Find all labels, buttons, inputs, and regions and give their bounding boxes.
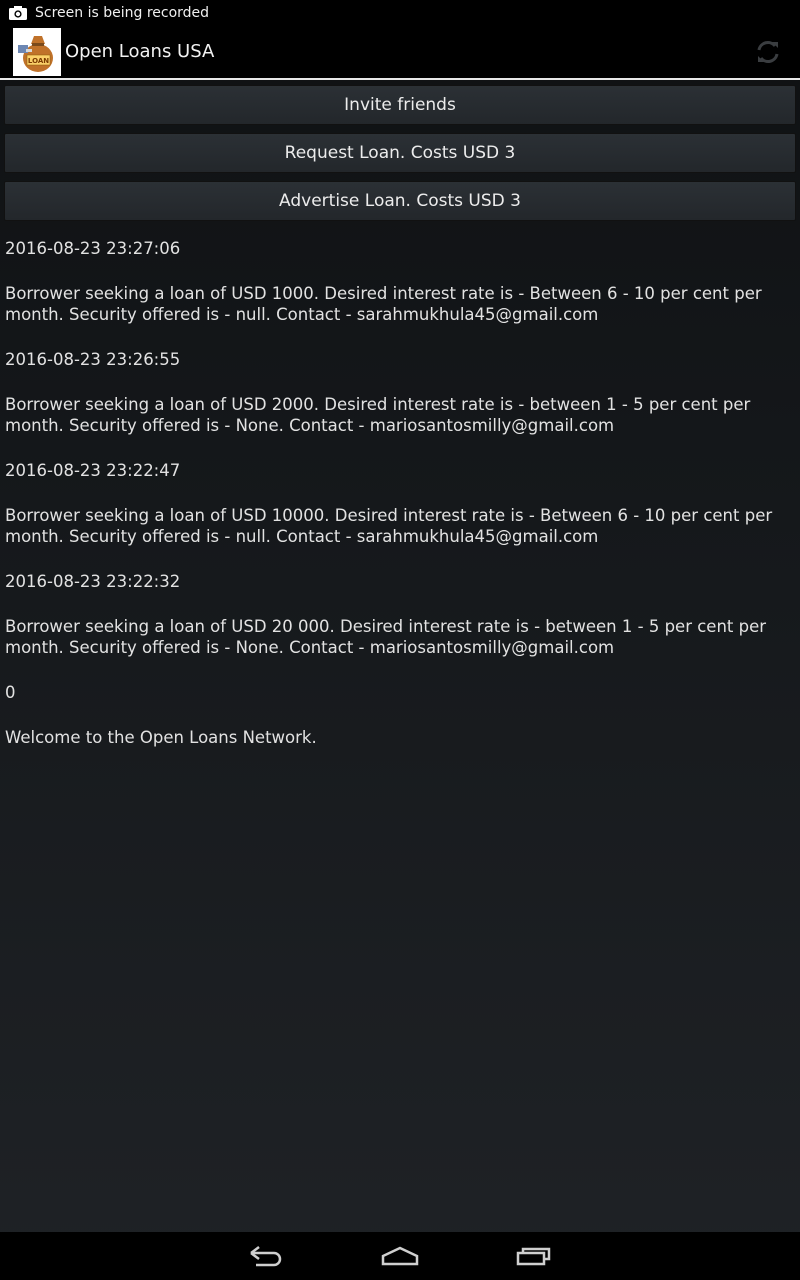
app-title: Open Loans USA: [65, 41, 215, 62]
recents-icon[interactable]: [514, 1242, 554, 1270]
invite-friends-button[interactable]: Invite friends: [4, 85, 796, 125]
app-logo-icon[interactable]: LOAN: [13, 27, 61, 76]
feed-message: Borrower seeking a loan of USD 20 000. D…: [5, 617, 767, 657]
feed-message: Welcome to the Open Loans Network.: [5, 728, 317, 747]
feed-message: Borrower seeking a loan of USD 10000. De…: [5, 506, 773, 546]
loan-feed: 2016-08-23 23:27:06 Borrower seeking a l…: [5, 238, 795, 772]
feed-message: Borrower seeking a loan of USD 1000. Des…: [5, 284, 762, 324]
camera-icon: [9, 5, 27, 20]
feed-timestamp: 2016-08-23 23:26:55: [5, 350, 181, 369]
refresh-icon[interactable]: [754, 38, 782, 66]
request-loan-button[interactable]: Request Loan. Costs USD 3: [4, 133, 796, 173]
feed-timestamp: 2016-08-23 23:27:06: [5, 239, 181, 258]
feed-message: Borrower seeking a loan of USD 2000. Des…: [5, 395, 751, 435]
feed-timestamp: 2016-08-23 23:22:32: [5, 572, 181, 591]
action-bar: LOAN Open Loans USA: [0, 25, 800, 80]
advertise-loan-button[interactable]: Advertise Loan. Costs USD 3: [4, 181, 796, 221]
status-bar: Screen is being recorded: [0, 0, 800, 25]
back-icon[interactable]: [246, 1242, 286, 1270]
svg-text:LOAN: LOAN: [28, 57, 49, 65]
status-text: Screen is being recorded: [35, 4, 210, 21]
navigation-bar: [0, 1232, 800, 1280]
feed-timestamp: 2016-08-23 23:22:47: [5, 461, 181, 480]
feed-timestamp: 0: [5, 683, 16, 702]
home-icon[interactable]: [380, 1242, 420, 1270]
